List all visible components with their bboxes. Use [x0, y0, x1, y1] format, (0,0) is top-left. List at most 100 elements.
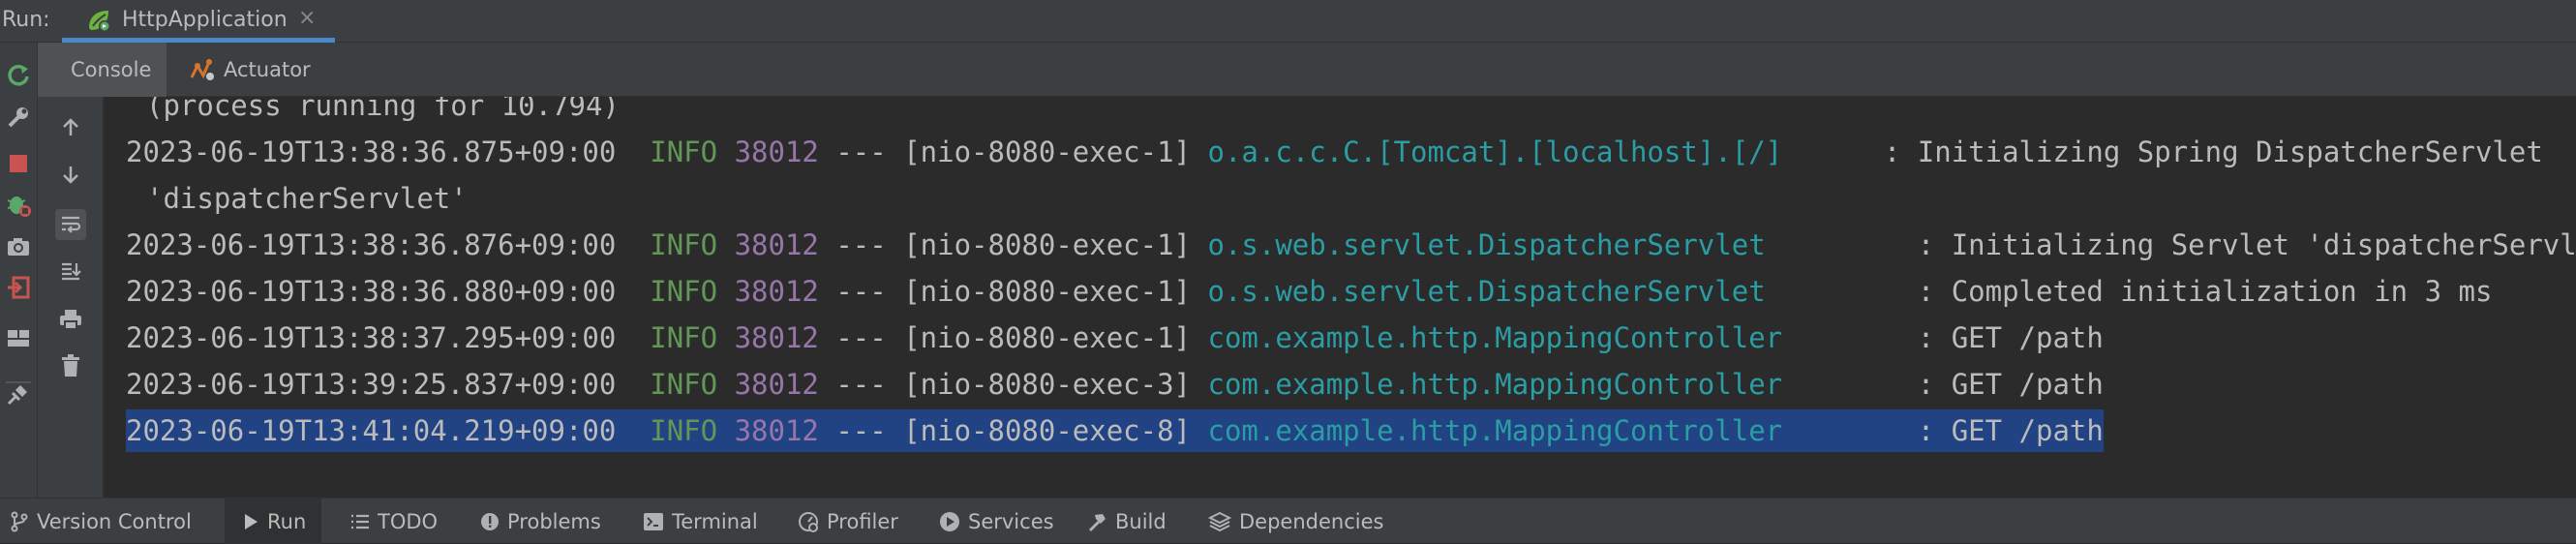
run-label: Run:	[2, 8, 50, 32]
log-pid: 38012	[734, 321, 819, 354]
tab-services-label: Services	[968, 509, 1054, 533]
tab-actuator[interactable]: Actuator	[189, 43, 363, 97]
log-level: INFO	[650, 368, 718, 401]
tab-terminal-label: Terminal	[672, 509, 758, 533]
tab-actuator-label: Actuator	[224, 58, 311, 81]
hammer-icon	[1086, 511, 1107, 532]
close-icon[interactable]: ×	[298, 6, 316, 30]
trash-icon[interactable]	[55, 350, 86, 381]
log-pid: 38012	[734, 136, 819, 168]
log-logger[interactable]: o.s.web.servlet.DispatcherServlet	[1207, 228, 1765, 261]
log-timestamp: 2023-06-19T13:39:25.837+09:00	[126, 368, 617, 401]
tool-window-bar: Version Control Run TODO Problems Termin…	[0, 498, 2576, 544]
tab-problems-label: Problems	[507, 509, 601, 533]
log-pid: 38012	[734, 368, 819, 401]
log-separator: ---	[835, 321, 887, 354]
exit-icon[interactable]	[4, 273, 33, 302]
log-level: INFO	[650, 275, 718, 308]
log-logger[interactable]: com.example.http.MappingController	[1207, 414, 1782, 447]
rerun-icon[interactable]	[4, 60, 33, 89]
log-message: : Completed initialization in 3 ms	[1917, 275, 2493, 308]
tab-run[interactable]: Run	[225, 499, 322, 544]
tab-todo-label: TODO	[378, 509, 439, 533]
tab-http-application[interactable]: HttpApplication ×	[62, 0, 335, 43]
log-logger[interactable]: o.s.web.servlet.DispatcherServlet	[1207, 275, 1765, 308]
log-logger[interactable]: com.example.http.MappingController	[1207, 368, 1782, 401]
log-separator: ---	[835, 368, 887, 401]
tab-dependencies[interactable]: Dependencies	[1208, 499, 1383, 544]
console-line: 2023-06-19T13:38:36.876+09:00 INFO 38012…	[126, 224, 2576, 266]
run-tab-label: HttpApplication	[122, 8, 288, 32]
log-timestamp: 2023-06-19T13:38:36.876+09:00	[126, 228, 617, 261]
tab-services[interactable]: Services	[939, 499, 1054, 544]
profiler-icon	[798, 511, 819, 532]
tab-terminal[interactable]: Terminal	[643, 499, 758, 544]
log-message: : GET /path	[1917, 368, 2104, 401]
tab-build-label: Build	[1115, 509, 1167, 533]
layout-icon[interactable]	[4, 323, 33, 352]
log-level: INFO	[650, 414, 718, 447]
tab-dependencies-label: Dependencies	[1239, 509, 1384, 533]
log-message: : Initializing Spring DispatcherServlet	[1883, 136, 2543, 168]
tab-todo[interactable]: TODO	[350, 499, 438, 544]
console-line-selected[interactable]: 2023-06-19T13:41:04.219+09:00 INFO 38012…	[126, 409, 2104, 452]
services-icon	[939, 511, 960, 532]
tab-version-control-label: Version Control	[37, 509, 192, 533]
log-timestamp: 2023-06-19T13:38:36.880+09:00	[126, 275, 617, 308]
log-logger[interactable]: o.a.c.c.C.[Tomcat].[localhost].[/]	[1207, 136, 1782, 168]
log-thread: [nio-8080-exec-1]	[903, 321, 1192, 354]
log-level: INFO	[650, 136, 718, 168]
log-pid: 38012	[734, 228, 819, 261]
debug-restart-icon[interactable]	[4, 190, 33, 219]
console-line: (process running for 10.794)	[146, 97, 620, 122]
log-pid: 38012	[734, 275, 819, 308]
branch-icon	[10, 511, 29, 532]
tab-console-label: Console	[71, 58, 152, 81]
problems-icon	[480, 512, 500, 531]
log-message: : GET /path	[1917, 414, 2104, 447]
log-separator: ---	[835, 275, 887, 308]
scroll-up-icon[interactable]	[55, 112, 86, 143]
scroll-down-icon[interactable]	[55, 159, 86, 190]
log-message: : Initializing Servlet 'dispatcherServle…	[1917, 228, 2576, 261]
tab-console[interactable]: Console	[38, 43, 167, 97]
console-line: 'dispatcherServlet'	[146, 182, 468, 215]
run-toolbar	[0, 43, 38, 498]
layers-icon	[1208, 511, 1231, 532]
log-timestamp: 2023-06-19T13:38:36.875+09:00	[126, 136, 617, 168]
log-thread: [nio-8080-exec-1]	[903, 228, 1192, 261]
console-line: 2023-06-19T13:38:36.880+09:00 INFO 38012…	[126, 270, 2492, 313]
tab-run-label: Run	[267, 509, 307, 533]
tab-problems[interactable]: Problems	[480, 499, 601, 544]
log-message: : GET /path	[1917, 321, 2104, 354]
log-logger[interactable]: com.example.http.MappingController	[1207, 321, 1782, 354]
tab-profiler[interactable]: Profiler	[798, 499, 898, 544]
log-separator: ---	[835, 228, 887, 261]
print-icon[interactable]	[55, 304, 86, 335]
log-thread: [nio-8080-exec-8]	[903, 414, 1192, 447]
log-thread: [nio-8080-exec-1]	[903, 136, 1192, 168]
console-line: 2023-06-19T13:38:37.295+09:00 INFO 38012…	[126, 317, 2104, 359]
spring-boot-icon	[85, 7, 112, 34]
log-level: INFO	[650, 321, 718, 354]
console-line: 2023-06-19T13:39:25.837+09:00 INFO 38012…	[126, 363, 2104, 406]
console-output[interactable]: (process running for 10.794) 2023-06-19T…	[104, 97, 2576, 498]
scroll-to-end-icon[interactable]	[55, 256, 86, 287]
run-toolwindow-header: Run: HttpApplication ×	[0, 0, 2576, 43]
camera-icon[interactable]	[4, 232, 33, 261]
soft-wrap-icon[interactable]	[55, 209, 86, 240]
log-pid: 38012	[734, 414, 819, 447]
run-subtabs: Console Actuator	[38, 43, 2576, 97]
tab-build[interactable]: Build	[1086, 499, 1167, 544]
stop-icon[interactable]	[4, 149, 33, 178]
tab-version-control[interactable]: Version Control	[10, 499, 192, 544]
wrench-icon[interactable]	[4, 103, 33, 132]
log-separator: ---	[835, 414, 887, 447]
console-line: 2023-06-19T13:38:36.875+09:00 INFO 38012…	[126, 131, 2543, 173]
list-icon	[350, 513, 370, 530]
log-thread: [nio-8080-exec-1]	[903, 275, 1192, 308]
log-separator: ---	[835, 136, 887, 168]
terminal-icon	[643, 512, 664, 531]
pin-icon[interactable]	[4, 379, 33, 408]
tab-profiler-label: Profiler	[827, 509, 898, 533]
